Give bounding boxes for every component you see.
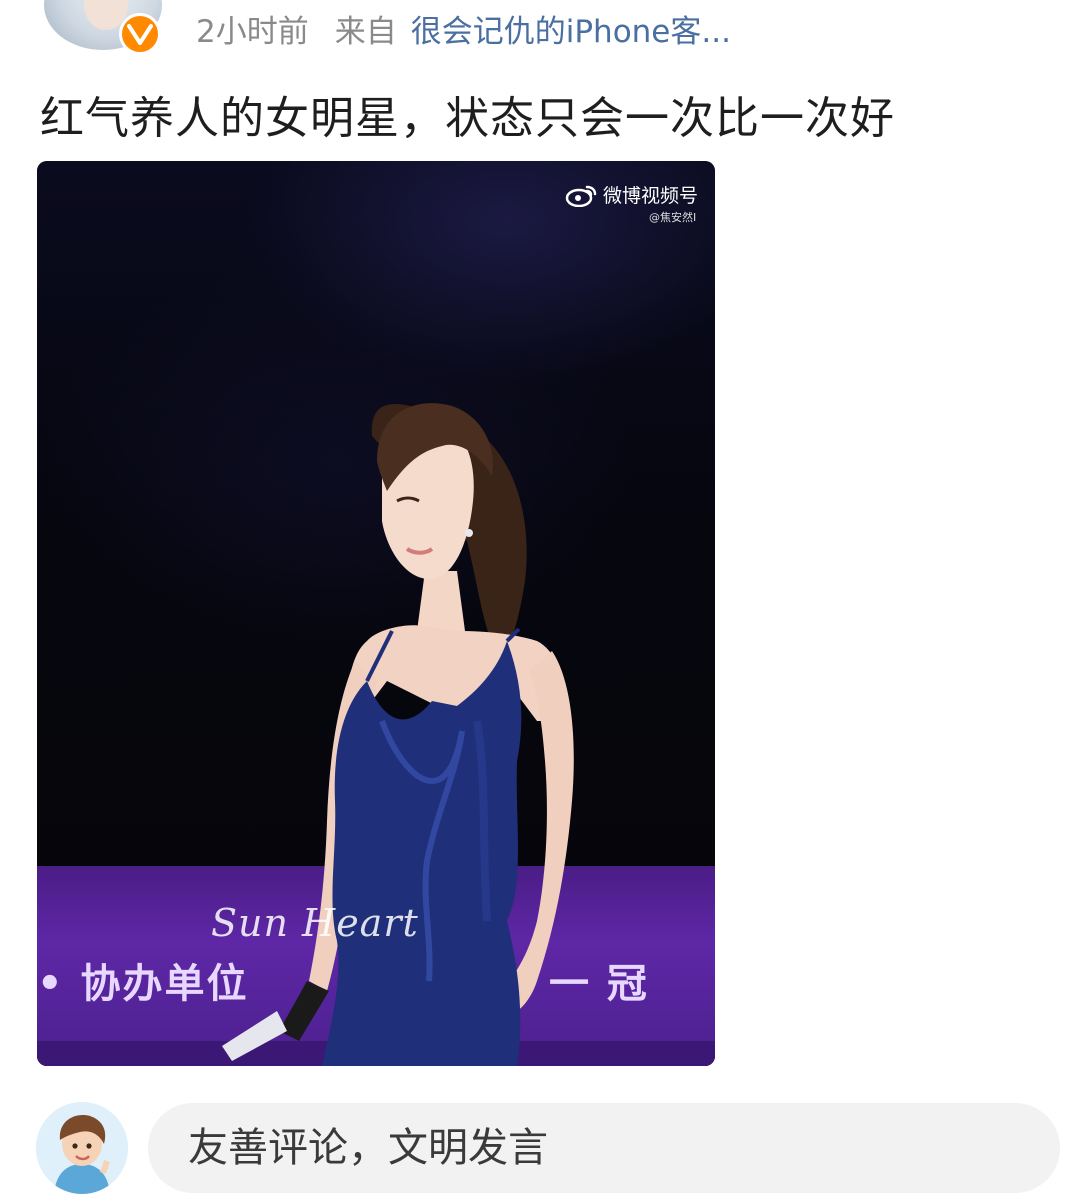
weibo-video-watermark: 微博视频号 <box>565 181 698 208</box>
watermark-user: @焦安然I <box>649 211 697 224</box>
post-source-link[interactable]: 很会记仇的iPhone客... <box>411 6 731 51</box>
source-prefix: 来自 <box>334 13 397 50</box>
post-text[interactable]: 红气养人的女明星，状态只会一次比一次好 <box>40 82 895 146</box>
weibo-post-page: 2小时前 来自 很会记仇的iPhone客... 红气养人的女明星，状态只会一次比… <box>0 0 1080 1204</box>
comment-bar <box>0 1096 1080 1204</box>
verified-icon <box>119 13 161 55</box>
comment-input[interactable] <box>148 1103 1060 1193</box>
post-time: 2小时前 <box>196 13 309 50</box>
post-header: 2小时前 来自 很会记仇的iPhone客... <box>0 0 1080 60</box>
watermark-label: 微博视频号 <box>603 185 699 207</box>
current-user-avatar[interactable] <box>36 1102 128 1194</box>
signature-watermark: Sun Heart <box>211 901 419 945</box>
post-meta: 2小时前 来自 很会记仇的iPhone客... <box>196 6 731 50</box>
cartoon-avatar-icon <box>36 1102 128 1194</box>
video-thumbnail[interactable]: • 协办单位 一 冠 Sun Heart 微博视频号 @焦安然I <box>37 161 715 1066</box>
weibo-logo-icon <box>565 185 597 207</box>
